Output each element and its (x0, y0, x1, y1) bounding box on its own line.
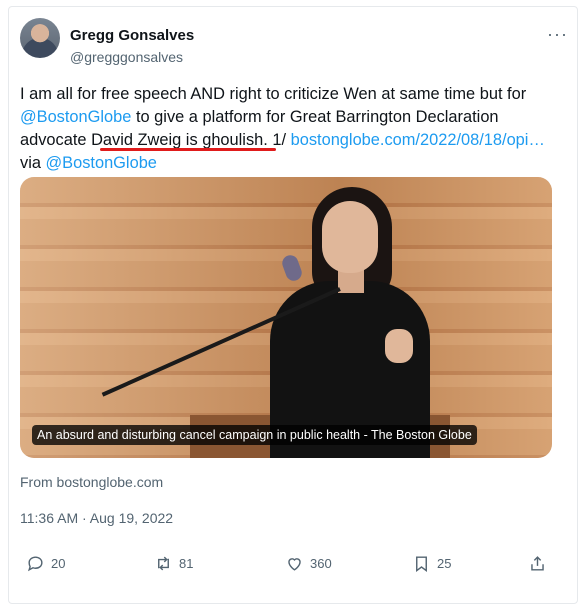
like-button[interactable]: 360 (285, 554, 332, 573)
bookmark-count: 25 (437, 556, 452, 571)
share-button[interactable] (528, 554, 547, 573)
link-card-caption: An absurd and disturbing cancel campaign… (32, 425, 477, 445)
article-link[interactable]: bostonglobe.com/2022/08/18/opi… (291, 131, 545, 149)
retweet-count: 81 (179, 556, 194, 571)
tweet-text-part: I am all for free speech AND right to cr… (20, 85, 527, 103)
speaker-hand (385, 329, 413, 363)
more-icon[interactable]: ··· (547, 24, 568, 45)
retweet-button[interactable]: 81 (154, 554, 193, 573)
bookmark-icon (416, 556, 427, 573)
author-handle[interactable]: @gregggonsalves (70, 49, 183, 65)
author-name[interactable]: Gregg Gonsalves (70, 27, 194, 44)
mention-link[interactable]: @BostonGlobe (46, 154, 157, 172)
share-icon (531, 556, 544, 571)
reply-count: 20 (51, 556, 66, 571)
link-card-image[interactable]: An absurd and disturbing cancel campaign… (20, 177, 552, 458)
like-count: 360 (310, 556, 332, 571)
avatar[interactable] (20, 18, 60, 58)
reply-icon (27, 556, 43, 572)
tweet-text-part: via (20, 154, 46, 172)
speaker-face (322, 201, 378, 273)
reply-button[interactable]: 20 (26, 554, 65, 573)
highlight-underline (100, 148, 276, 151)
action-bar: 20 81 360 25 (20, 554, 550, 576)
like-icon (288, 558, 301, 571)
link-source[interactable]: From bostonglobe.com (20, 474, 163, 490)
timestamp[interactable]: 11:36 AM · Aug 19, 2022 (20, 510, 173, 526)
retweet-icon (158, 556, 169, 571)
mention-link[interactable]: @BostonGlobe (20, 108, 131, 126)
tweet-text: I am all for free speech AND right to cr… (20, 83, 555, 175)
bookmark-button[interactable]: 25 (412, 554, 451, 573)
